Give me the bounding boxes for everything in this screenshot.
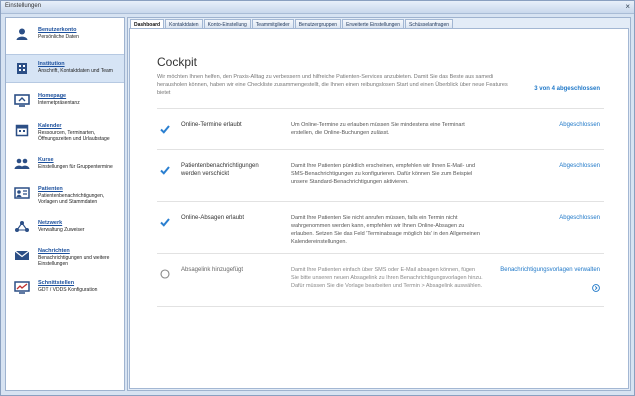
title-bar: Einstellungen × [1,1,634,14]
tab-konto-einstellung[interactable]: Konto-Einstellung [203,19,251,28]
sidebar-item-patienten[interactable]: Patienten Patientenbenachrichtigungen, V… [6,180,124,209]
checklist: Online-Termine erlaubt Um Online-Termine… [157,108,604,307]
checklist-item: Absagelink hinzugefügt Damit Ihre Patien… [157,253,604,307]
sidebar-item-kurse[interactable]: Kurse Einstellungen für Gruppentermine [6,151,124,180]
homepage-icon [13,92,31,107]
sidebar-item-benutzerkonto[interactable]: Benutzerkonto Persönliche Daten [6,21,124,50]
page-title: Cockpit [157,55,198,69]
tab-benutzergruppen[interactable]: Benutzergruppen [294,19,342,28]
sidebar-item-nachrichten[interactable]: Nachrichten Benachrichtigungen und weite… [6,242,124,271]
sidebar-item-desc: Internetpräsentanz [38,99,80,106]
tab-kontaktdaten[interactable]: Kontaktdaten [165,19,203,28]
checkmark-icon [160,121,170,134]
checklist-item-link[interactable]: Abgeschlossen [559,214,600,222]
main-panel: Dashboard Kontaktdaten Konto-Einstellung… [127,17,631,391]
chevron-right-circle-icon[interactable] [592,279,600,292]
sidebar-item-desc: Verwaltung Zuweiser [38,226,85,233]
sidebar-item-desc: Patientenbenachrichtigungen, Vorlagen un… [38,192,105,205]
window-title: Einstellungen [5,3,42,9]
tab-erweiterte-einstellungen[interactable]: Erweiterte Einstellungen [342,19,404,28]
checklist-item-label: Absagelink hinzugefügt [181,267,244,273]
checklist-item-label: Online-Termine erlaubt [181,122,242,128]
sidebar-item-kalender[interactable]: Kalender Ressourcen, Terminarten, Öffnun… [6,117,124,146]
tab-schluesselanfragen[interactable]: Schüsselanfragen [405,19,454,28]
checklist-item: Patientenbenachrichtigungen werden versc… [157,149,604,201]
mail-icon [13,247,31,262]
calendar-icon [13,122,31,137]
sidebar-item-desc: Anschrift, Kontaktdaten und Team [38,67,113,74]
group-icon [13,156,31,171]
building-icon [13,60,31,75]
sidebar-item-schnittstellen[interactable]: Schnittstellen GDT / VDDS Konfiguration [6,274,124,303]
checklist-item: Online-Absagen erlaubt Damit Ihre Patien… [157,201,604,253]
interface-icon [13,279,31,294]
sidebar-item-desc: Einstellungen für Gruppentermine [38,163,113,170]
checklist-item-label: Patientenbenachrichtigungen werden versc… [181,163,259,177]
tab-teammitglieder[interactable]: Teammitglieder [251,19,294,28]
sidebar-item-netzwerk[interactable]: Netzwerk Verwaltung Zuweiser [6,214,124,243]
sidebar-item-desc: Ressourcen, Terminarten, Öffnungszeiten … [38,129,110,142]
sidebar-item-desc: Persönliche Daten [38,33,79,40]
checklist-item-desc: Damit Ihre Patienten pünktlich erscheine… [291,163,476,185]
network-icon [13,219,31,234]
sidebar-item-homepage[interactable]: Homepage Internetpräsentanz [6,87,124,116]
checklist-item-link[interactable]: Abgeschlossen [559,121,600,129]
checkmark-icon [160,214,170,227]
close-button[interactable]: × [625,2,630,12]
empty-circle-icon [160,266,170,279]
checklist-item-link[interactable]: Abgeschlossen [559,162,600,170]
sidebar-item-institution[interactable]: Institution Anschrift, Kontaktdaten und … [6,54,124,83]
cockpit-intro: Wir möchten Ihnen helfen, den Praxis-All… [157,74,508,96]
settings-sidebar: Benutzerkonto Persönliche Daten Institut… [5,17,125,391]
user-icon [13,26,31,41]
checklist-item-desc: Damit Ihre Patienten Sie nicht anrufen m… [291,215,480,245]
patient-card-icon [13,185,31,200]
checklist-item-desc: Damit Ihre Patienten einfach über SMS od… [291,267,483,289]
checklist-item: Online-Termine erlaubt Um Online-Termine… [157,108,604,149]
checklist-item-label: Online-Absagen erlaubt [181,215,245,221]
checkmark-icon [160,162,170,175]
sidebar-item-desc: GDT / VDDS Konfiguration [38,286,98,293]
dashboard-content: Cockpit Wir möchten Ihnen helfen, den Pr… [129,28,629,389]
progress-status: 3 von 4 abgeschlossen [534,86,600,92]
settings-window: Einstellungen × Benutzerkonto Persönlich… [0,0,635,396]
sidebar-item-desc: Benachrichtigungen und weitere Einstellu… [38,254,110,267]
manage-templates-link[interactable]: Benachrichtigungsvorlagen verwalten [500,266,600,274]
checklist-item-desc: Um Online-Termine zu erlauben müssen Sie… [291,122,465,136]
